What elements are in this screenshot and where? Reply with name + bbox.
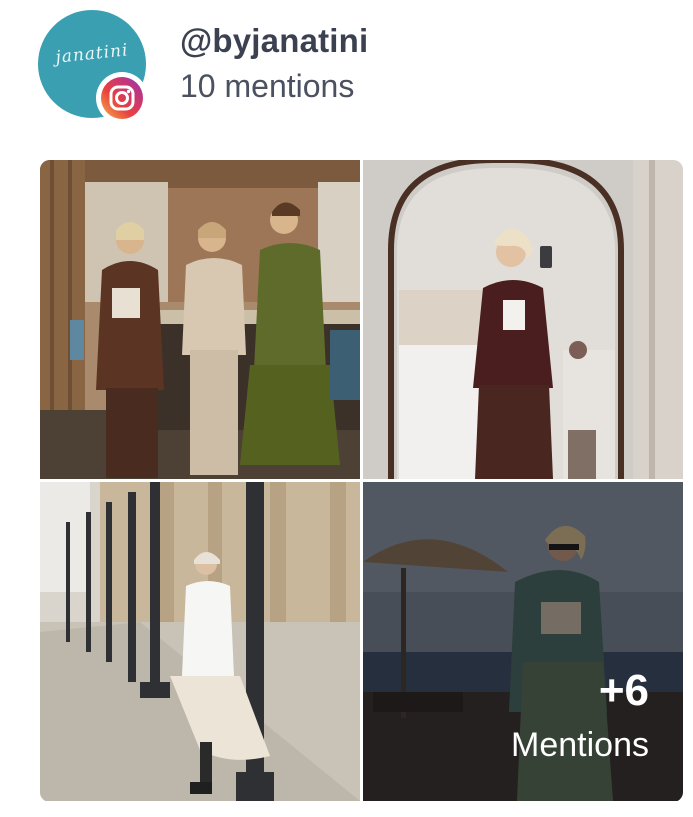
profile-header: janatini @byjanatini 10 mentions bbox=[38, 10, 658, 124]
avatar-logo-text: janatini bbox=[54, 40, 130, 68]
photo-beach-umbrella[interactable]: +6 Mentions bbox=[363, 482, 683, 801]
photo-mirror-selfie[interactable] bbox=[363, 160, 683, 479]
mentions-count: 10 mentions bbox=[180, 68, 355, 104]
mentions-gallery: +6 Mentions bbox=[40, 160, 683, 802]
photo-street-lampposts[interactable] bbox=[40, 482, 360, 801]
profile-avatar[interactable]: janatini bbox=[38, 10, 148, 124]
photo-three-women-kitchen[interactable] bbox=[40, 160, 360, 479]
more-mentions-label: Mentions bbox=[511, 726, 649, 764]
profile-handle[interactable]: @byjanatini bbox=[180, 22, 368, 60]
instagram-icon bbox=[96, 72, 148, 124]
more-mentions-count: +6 bbox=[598, 666, 649, 715]
